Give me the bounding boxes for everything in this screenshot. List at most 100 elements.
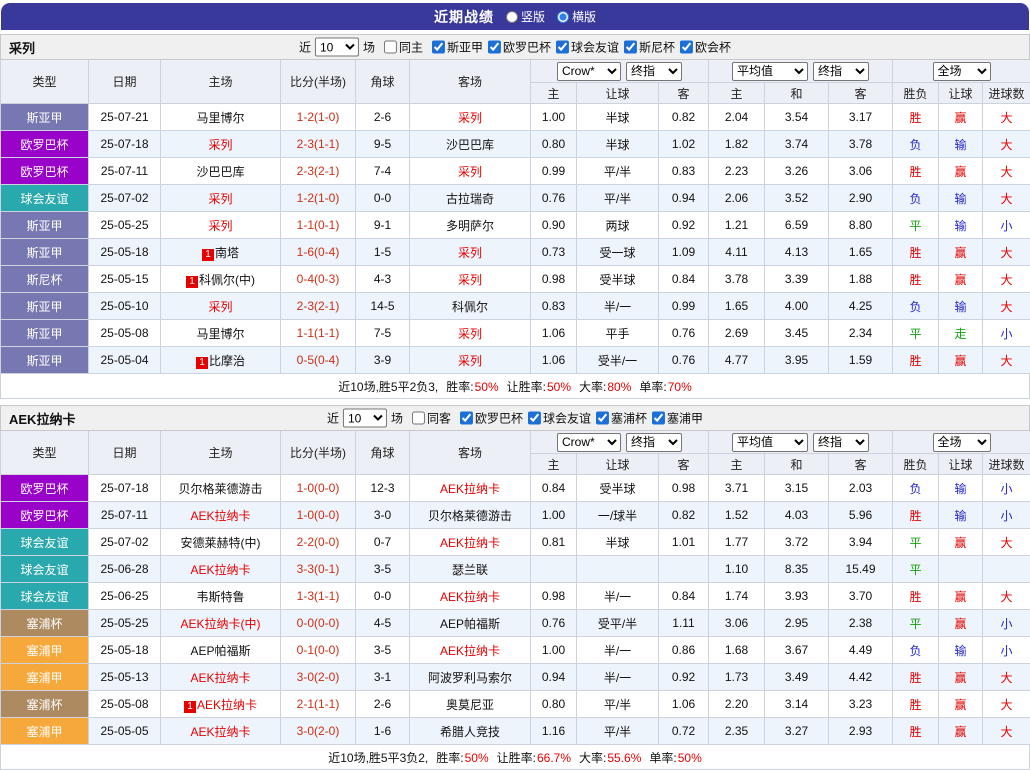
league-filter[interactable]: 欧会杯 bbox=[680, 38, 731, 55]
home-team-name[interactable]: 贝尔格莱德游击 bbox=[178, 482, 262, 496]
score-cell[interactable]: 1-2(1-0) bbox=[281, 104, 356, 131]
home-team-name[interactable]: AEK拉纳卡(中) bbox=[180, 617, 260, 631]
result-outcome-cell: 负 bbox=[893, 185, 939, 212]
home-team-name[interactable]: 科佩尔(中) bbox=[199, 273, 255, 287]
home-team-cell: 采列 bbox=[161, 293, 281, 320]
away-team-name[interactable]: 采列 bbox=[458, 165, 482, 179]
score-cell[interactable]: 1-6(0-4) bbox=[281, 239, 356, 266]
home-team-name[interactable]: 马里博尔 bbox=[196, 327, 244, 341]
home-team-name[interactable]: AEK拉纳卡 bbox=[197, 698, 257, 712]
same-venue-filter[interactable]: 同客 bbox=[412, 410, 451, 427]
away-team-name[interactable]: 古拉瑞奇 bbox=[446, 192, 494, 206]
away-team-name[interactable]: 科佩尔 bbox=[452, 300, 488, 314]
league-filter[interactable]: 斯尼杯 bbox=[624, 38, 675, 55]
recent-count-select[interactable]: 10 bbox=[315, 38, 359, 57]
away-team-name[interactable]: 奥莫尼亚 bbox=[446, 698, 494, 712]
bookmaker-select[interactable]: Crow* bbox=[557, 433, 621, 452]
score-cell[interactable]: 0-0(0-0) bbox=[281, 610, 356, 637]
home-team-name[interactable]: 比摩治 bbox=[209, 354, 245, 368]
score-cell[interactable]: 2-3(1-1) bbox=[281, 131, 356, 158]
away-team-name[interactable]: 采列 bbox=[458, 246, 482, 260]
odds-time-select[interactable]: 终指 bbox=[626, 433, 682, 452]
home-team-name[interactable]: AEK拉纳卡 bbox=[190, 563, 250, 577]
score-cell[interactable]: 2-1(1-1) bbox=[281, 691, 356, 718]
league-filter-checkbox[interactable] bbox=[460, 411, 473, 424]
scope-select[interactable]: 全场 bbox=[933, 62, 991, 81]
average-select[interactable]: 平均值 bbox=[732, 433, 808, 452]
average-time-select[interactable]: 终指 bbox=[813, 62, 869, 81]
score-cell[interactable]: 3-0(2-0) bbox=[281, 718, 356, 745]
recent-count-select[interactable]: 10 bbox=[343, 409, 387, 428]
score-cell[interactable]: 1-3(1-1) bbox=[281, 583, 356, 610]
away-team-name[interactable]: AEK拉纳卡 bbox=[440, 536, 500, 550]
score-cell[interactable]: 1-1(1-1) bbox=[281, 320, 356, 347]
league-filter-checkbox[interactable] bbox=[596, 411, 609, 424]
league-filter[interactable]: 球会友谊 bbox=[556, 38, 619, 55]
home-team-name[interactable]: AEP帕福斯 bbox=[190, 644, 250, 658]
score-cell[interactable]: 1-1(0-1) bbox=[281, 212, 356, 239]
home-team-name[interactable]: 韦斯特鲁 bbox=[196, 590, 244, 604]
league-filter[interactable]: 塞浦甲 bbox=[652, 409, 703, 426]
score-cell[interactable]: 1-0(0-0) bbox=[281, 475, 356, 502]
score-cell[interactable]: 3-0(2-0) bbox=[281, 664, 356, 691]
score-cell[interactable]: 0-4(0-3) bbox=[281, 266, 356, 293]
league-filter-checkbox[interactable] bbox=[432, 40, 445, 53]
league-filter[interactable]: 塞浦杯 bbox=[596, 409, 647, 426]
same-venue-checkbox[interactable] bbox=[412, 412, 425, 425]
home-team-name[interactable]: AEK拉纳卡 bbox=[190, 509, 250, 523]
away-team-name[interactable]: 沙巴巴库 bbox=[446, 138, 494, 152]
away-team-name[interactable]: AEK拉纳卡 bbox=[440, 482, 500, 496]
horizontal-layout-radio[interactable] bbox=[557, 11, 569, 23]
league-filter[interactable]: 斯亚甲 bbox=[432, 38, 483, 55]
home-team-name[interactable]: 沙巴巴库 bbox=[196, 165, 244, 179]
odds-time-select[interactable]: 终指 bbox=[626, 62, 682, 81]
league-filter[interactable]: 欧罗巴杯 bbox=[488, 38, 551, 55]
home-team-name[interactable]: 采列 bbox=[208, 300, 232, 314]
score-cell[interactable]: 1-0(0-0) bbox=[281, 502, 356, 529]
same-venue-filter[interactable]: 同主 bbox=[384, 39, 423, 56]
away-team-name[interactable]: 多明萨尔 bbox=[446, 219, 494, 233]
away-team-name[interactable]: 阿波罗利马索尔 bbox=[428, 671, 512, 685]
home-team-name[interactable]: 采列 bbox=[208, 219, 232, 233]
average-time-select[interactable]: 终指 bbox=[813, 433, 869, 452]
away-team-name[interactable]: AEP帕福斯 bbox=[440, 617, 500, 631]
home-team-name[interactable]: AEK拉纳卡 bbox=[190, 671, 250, 685]
away-team-name[interactable]: 采列 bbox=[458, 327, 482, 341]
same-venue-checkbox[interactable] bbox=[384, 41, 397, 54]
layout-horizontal-option[interactable]: 横版 bbox=[557, 8, 596, 25]
score-cell[interactable]: 3-3(0-1) bbox=[281, 556, 356, 583]
score-cell[interactable]: 1-2(1-0) bbox=[281, 185, 356, 212]
league-filter[interactable]: 欧罗巴杯 bbox=[460, 409, 523, 426]
league-filter-checkbox[interactable] bbox=[488, 40, 501, 53]
league-filter-checkbox[interactable] bbox=[652, 411, 665, 424]
home-team-name[interactable]: 马里博尔 bbox=[196, 111, 244, 125]
home-team-name[interactable]: 采列 bbox=[208, 192, 232, 206]
away-team-name[interactable]: 贝尔格莱德游击 bbox=[428, 509, 512, 523]
away-team-name[interactable]: 采列 bbox=[458, 354, 482, 368]
league-filter-checkbox[interactable] bbox=[556, 40, 569, 53]
league-filter-checkbox[interactable] bbox=[680, 40, 693, 53]
score-cell[interactable]: 2-3(2-1) bbox=[281, 293, 356, 320]
league-filter[interactable]: 球会友谊 bbox=[528, 409, 591, 426]
score-cell[interactable]: 2-3(2-1) bbox=[281, 158, 356, 185]
league-filter-checkbox[interactable] bbox=[624, 40, 637, 53]
score-cell[interactable]: 2-2(0-0) bbox=[281, 529, 356, 556]
home-team-name[interactable]: 南塔 bbox=[215, 246, 239, 260]
score-cell[interactable]: 0-1(0-0) bbox=[281, 637, 356, 664]
home-team-name[interactable]: 采列 bbox=[208, 138, 232, 152]
vertical-layout-radio[interactable] bbox=[506, 11, 518, 23]
league-filter-checkbox[interactable] bbox=[528, 411, 541, 424]
layout-vertical-option[interactable]: 竖版 bbox=[506, 8, 545, 25]
scope-select[interactable]: 全场 bbox=[933, 433, 991, 452]
home-team-name[interactable]: AEK拉纳卡 bbox=[190, 725, 250, 739]
home-team-name[interactable]: 安德莱赫特(中) bbox=[181, 536, 261, 550]
away-team-name[interactable]: 采列 bbox=[458, 111, 482, 125]
away-team-name[interactable]: 采列 bbox=[458, 273, 482, 287]
away-team-name[interactable]: AEK拉纳卡 bbox=[440, 644, 500, 658]
away-team-name[interactable]: AEK拉纳卡 bbox=[440, 590, 500, 604]
score-cell[interactable]: 0-5(0-4) bbox=[281, 347, 356, 374]
average-select[interactable]: 平均值 bbox=[732, 62, 808, 81]
away-team-name[interactable]: 希腊人竞技 bbox=[440, 725, 500, 739]
away-team-name[interactable]: 瑟兰联 bbox=[452, 563, 488, 577]
bookmaker-select[interactable]: Crow* bbox=[557, 62, 621, 81]
